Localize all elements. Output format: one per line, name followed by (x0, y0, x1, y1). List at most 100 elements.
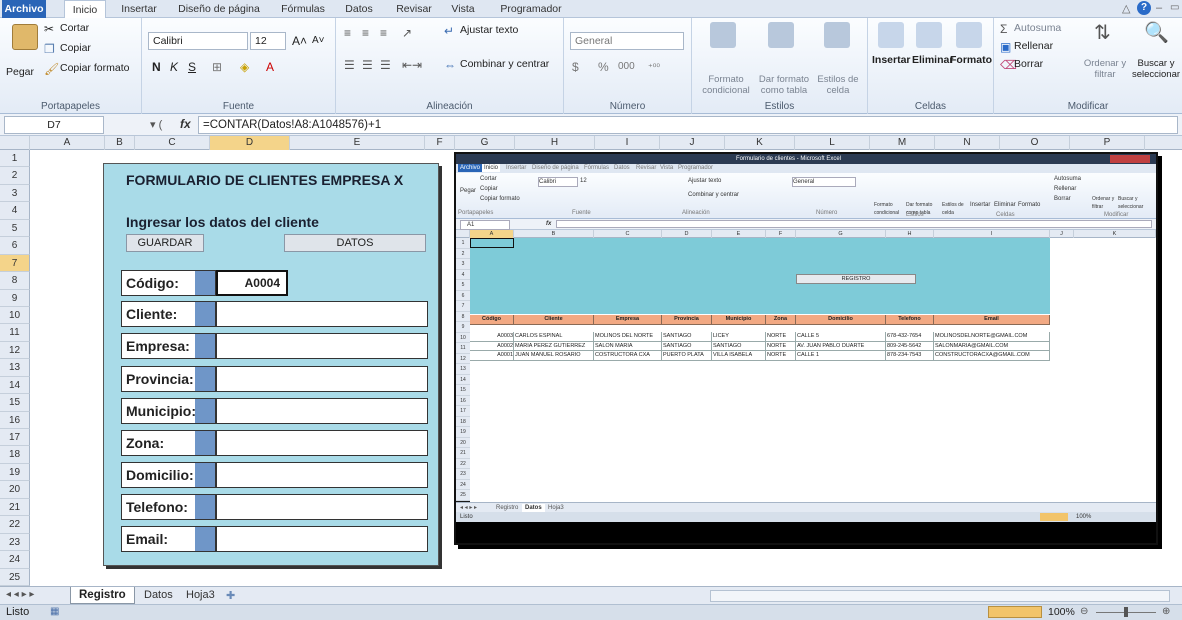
column-header[interactable]: A (30, 136, 105, 150)
row-header[interactable]: 11 (0, 324, 30, 342)
provincia-field[interactable] (216, 366, 428, 392)
telefono-field[interactable] (216, 494, 428, 520)
column-header[interactable]: C (135, 136, 210, 150)
align-bottom-icon[interactable]: ≡ (380, 26, 387, 40)
column-header[interactable]: P (1070, 136, 1145, 150)
column-header[interactable]: B (105, 136, 135, 150)
row-header[interactable]: 14 (0, 376, 30, 395)
column-header[interactable]: O (1000, 136, 1070, 150)
window-minimize-icon[interactable]: – (1156, 2, 1162, 14)
row-header[interactable]: 4 (0, 202, 30, 220)
row-header[interactable]: 22 (0, 516, 30, 534)
cell-styles-button[interactable]: Estilos de celda (814, 74, 862, 96)
copy-button[interactable]: Copiar (60, 42, 91, 54)
number-format-select[interactable]: General (570, 32, 684, 50)
clear-button[interactable]: Borrar (1014, 58, 1043, 70)
row-header[interactable]: 21 (0, 498, 30, 517)
column-header[interactable]: H (515, 136, 595, 150)
row-header[interactable]: 9 (0, 289, 30, 307)
zona-field[interactable] (216, 430, 428, 456)
zoom-in-icon[interactable]: ⊕ (1162, 606, 1170, 617)
indent-icon[interactable]: ⇤⇥ (402, 58, 422, 72)
save-button[interactable]: GUARDAR (126, 234, 204, 252)
sheet-nav-icon[interactable]: ◂ ◂ ▸ ▸ (6, 589, 34, 600)
row-header[interactable]: 5 (0, 219, 30, 238)
row-header[interactable]: 24 (0, 551, 30, 569)
municipio-field[interactable] (216, 398, 428, 424)
zoom-slider-thumb[interactable] (1124, 607, 1128, 617)
row-header[interactable]: 1 (0, 150, 30, 168)
cliente-field[interactable] (216, 301, 428, 327)
fill-button[interactable]: Rellenar (1014, 40, 1053, 52)
row-header[interactable]: 10 (0, 306, 30, 325)
column-header[interactable]: K (725, 136, 795, 150)
row-header[interactable]: 20 (0, 481, 30, 499)
codigo-field[interactable]: A0004 (216, 270, 288, 296)
align-top-icon[interactable]: ≡ (344, 26, 351, 40)
tab-formulas[interactable]: Fórmulas (276, 0, 330, 18)
view-buttons[interactable] (988, 606, 1042, 618)
font-size-select[interactable]: 12 (250, 32, 286, 50)
align-center-icon[interactable]: ☰ (362, 58, 373, 72)
copy-format-button[interactable]: Copiar formato (60, 62, 129, 74)
row-header[interactable]: 19 (0, 463, 30, 482)
help-icon[interactable]: ? (1137, 1, 1151, 15)
column-header[interactable]: N (935, 136, 1000, 150)
empresa-field[interactable] (216, 333, 428, 359)
tab-programador[interactable]: Programador (496, 0, 566, 18)
column-header[interactable]: J (660, 136, 725, 150)
row-header[interactable]: 23 (0, 533, 30, 552)
zoom-out-icon[interactable]: ⊖ (1080, 606, 1088, 617)
cancel-icon[interactable]: ▾ ( (150, 118, 162, 131)
sheet-tab-datos[interactable]: Datos (138, 588, 179, 604)
name-box[interactable]: D7 (4, 116, 104, 134)
font-name-select[interactable]: Calibri (148, 32, 248, 50)
italic-button[interactable]: K (170, 60, 178, 74)
row-header[interactable]: 8 (0, 272, 30, 290)
domicilio-field[interactable] (216, 462, 428, 488)
tab-insertar[interactable]: Insertar (114, 0, 164, 18)
decimal-icon[interactable]: ⁺⁰⁰ (648, 60, 660, 74)
paste-button[interactable]: Pegar (6, 66, 34, 78)
borders-icon[interactable]: ⊞ (212, 60, 222, 74)
tab-vista[interactable]: Vista (446, 0, 480, 18)
delete-cells-button[interactable]: Eliminar (912, 54, 953, 66)
wrap-text-button[interactable]: Ajustar texto (460, 24, 518, 36)
row-header[interactable]: 6 (0, 237, 30, 255)
macro-record-icon[interactable]: ▦ (50, 606, 59, 617)
autosum-button[interactable]: Autosuma (1014, 22, 1061, 34)
merge-center-button[interactable]: Combinar y centrar (460, 58, 549, 70)
column-header[interactable]: G (455, 136, 515, 150)
orientation-icon[interactable]: ↗ (402, 26, 412, 40)
find-select-button[interactable]: Buscar y seleccionar (1130, 58, 1182, 80)
sheet-tab-hoja3[interactable]: Hoja3 (180, 588, 221, 604)
new-sheet-icon[interactable]: ✚ (226, 589, 235, 602)
paste-icon[interactable] (12, 24, 38, 50)
row-header[interactable]: 13 (0, 359, 30, 377)
currency-icon[interactable]: $ (572, 60, 579, 74)
horizontal-scrollbar[interactable] (710, 590, 1170, 602)
row-header[interactable]: 18 (0, 446, 30, 464)
format-cells-button[interactable]: Formato (950, 54, 992, 66)
select-all-corner[interactable] (0, 136, 30, 150)
window-restore-icon[interactable]: ▭ (1170, 2, 1179, 13)
thousands-button[interactable]: 000 (618, 60, 635, 74)
sheet-tab-registro[interactable]: Registro (70, 587, 135, 604)
font-color-icon[interactable]: A (266, 60, 274, 74)
tab-inicio[interactable]: Inicio (64, 0, 106, 19)
column-header[interactable]: M (870, 136, 935, 150)
sort-filter-button[interactable]: Ordenar y filtrar (1080, 58, 1130, 80)
cut-button[interactable]: Cortar (60, 22, 89, 34)
minimize-ribbon-icon[interactable]: △ (1122, 2, 1130, 15)
row-header[interactable]: 12 (0, 341, 30, 360)
align-right-icon[interactable]: ☰ (380, 58, 391, 72)
percent-button[interactable]: % (598, 60, 609, 74)
fx-button[interactable]: fx (180, 117, 191, 131)
column-header[interactable]: E (290, 136, 425, 150)
tab-archivo[interactable]: Archivo (2, 0, 46, 18)
tab-diseno[interactable]: Diseño de página (172, 0, 266, 18)
insert-cells-button[interactable]: Insertar (872, 54, 911, 66)
column-header[interactable]: D (210, 136, 290, 150)
conditional-format-button[interactable]: Formato condicional (698, 74, 754, 96)
row-header[interactable]: 25 (0, 568, 30, 586)
